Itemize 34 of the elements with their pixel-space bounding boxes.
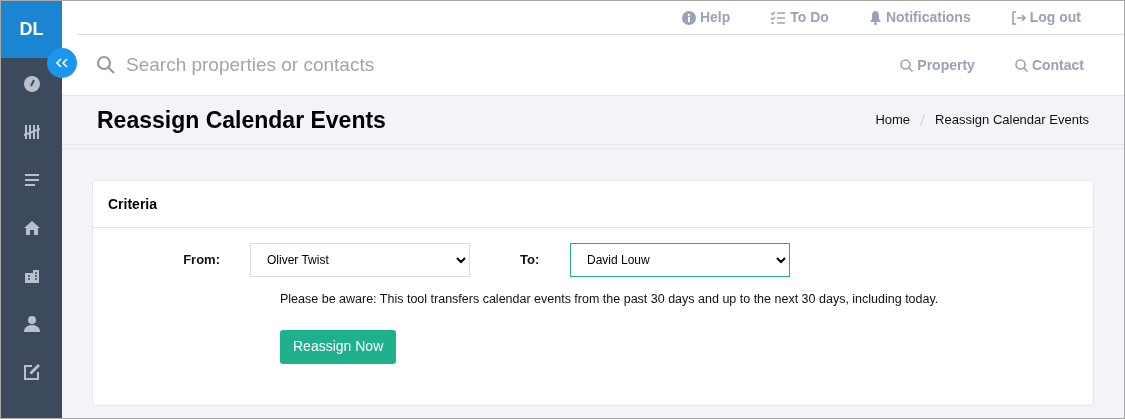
nav-link[interactable]: To Do [770,7,829,28]
search-icon [96,55,116,75]
field-label: To: [520,251,541,270]
nav-link[interactable]: Help [681,7,731,28]
home-icon[interactable] [22,219,41,237]
double-chevron-icon [56,58,68,68]
nav-link[interactable]: Log out [1010,7,1081,28]
person-select[interactable]: David Louw [570,243,790,277]
reassign-button[interactable]: Reassign Now [280,329,397,364]
search-field[interactable]: Search properties or contacts [126,50,901,80]
nav-link[interactable]: Notifications [868,7,971,28]
breadcrumb-separator [920,114,926,126]
edit-icon[interactable] [22,363,41,381]
note-text: Please be aware: This tool transfers calendar events from the past 30 days and up to the next 30 days, including today. [280,291,940,308]
search-link[interactable]: Contact [1014,54,1084,76]
page-title: Reassign Calendar Events [97,105,386,135]
breadcrumb-current: Reassign Calendar Events [935,111,1089,130]
checklist-icon [770,10,787,25]
card-title: Criteria [93,181,1093,228]
gauge-icon[interactable] [22,75,41,93]
menu-icon[interactable] [22,171,41,189]
tally-icon[interactable] [22,123,41,141]
search-icon [900,58,914,72]
user-icon[interactable] [22,315,41,333]
search-icon [1014,58,1028,72]
logo[interactable]: DL [1,1,62,58]
field-label: From: [182,251,221,270]
breadcrumb-link[interactable]: Home [875,110,911,130]
building-icon[interactable] [22,267,41,285]
info-icon [681,10,696,25]
bell-icon [868,10,882,25]
person-select[interactable]: Oliver Twist [250,243,470,277]
logout-icon [1010,10,1026,25]
search-link[interactable]: Property [900,54,975,76]
